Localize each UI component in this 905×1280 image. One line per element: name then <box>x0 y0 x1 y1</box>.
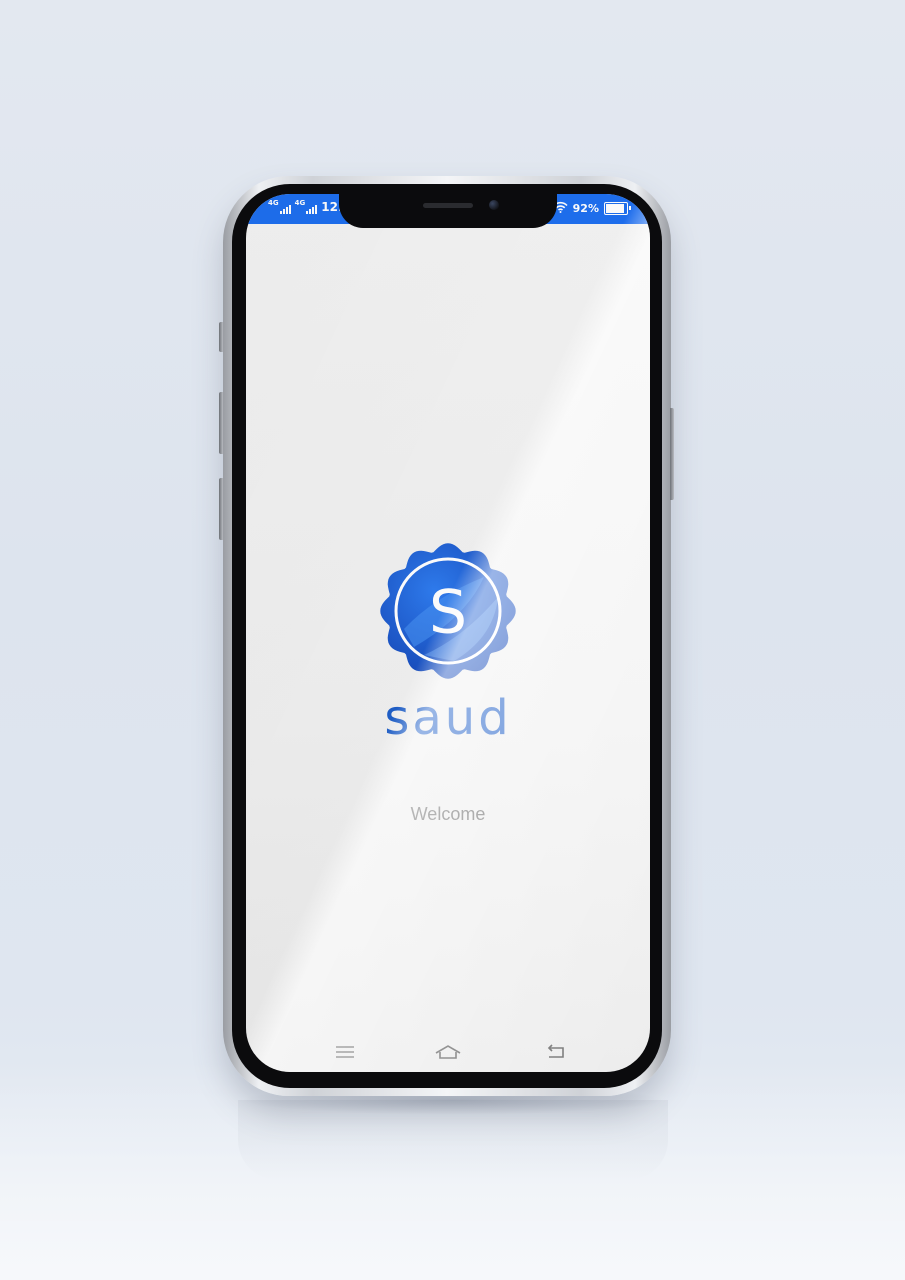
navigation-bar <box>246 1034 650 1070</box>
back-icon <box>547 1044 564 1058</box>
status-right: 92% <box>553 201 631 216</box>
signal-icon: 4G <box>268 200 291 214</box>
earpiece-speaker <box>423 203 473 208</box>
phone-screen: 4G 4G 12:4 92% S saud Welcome <box>246 194 650 1072</box>
home-button[interactable] <box>433 1040 463 1064</box>
volume-up-button <box>219 392 223 454</box>
home-icon <box>435 1045 461 1059</box>
logo-letter: S <box>429 578 467 648</box>
network-type-label: 4G <box>268 199 279 207</box>
menu-icon <box>336 1046 354 1058</box>
volume-down-button <box>219 478 223 540</box>
app-name: saud <box>384 690 512 746</box>
network-type-label: 4G <box>294 199 306 207</box>
back-button[interactable] <box>541 1040 571 1064</box>
mute-switch <box>219 322 223 352</box>
power-button <box>670 408 674 500</box>
menu-button[interactable] <box>330 1040 360 1064</box>
front-camera <box>489 200 499 210</box>
welcome-text: Welcome <box>410 804 486 824</box>
app-logo: S <box>380 543 516 679</box>
signal-icon: 4G <box>295 200 318 214</box>
battery-percent: 92% <box>572 202 599 215</box>
phone-notch <box>339 186 557 228</box>
battery-icon <box>604 202 631 215</box>
